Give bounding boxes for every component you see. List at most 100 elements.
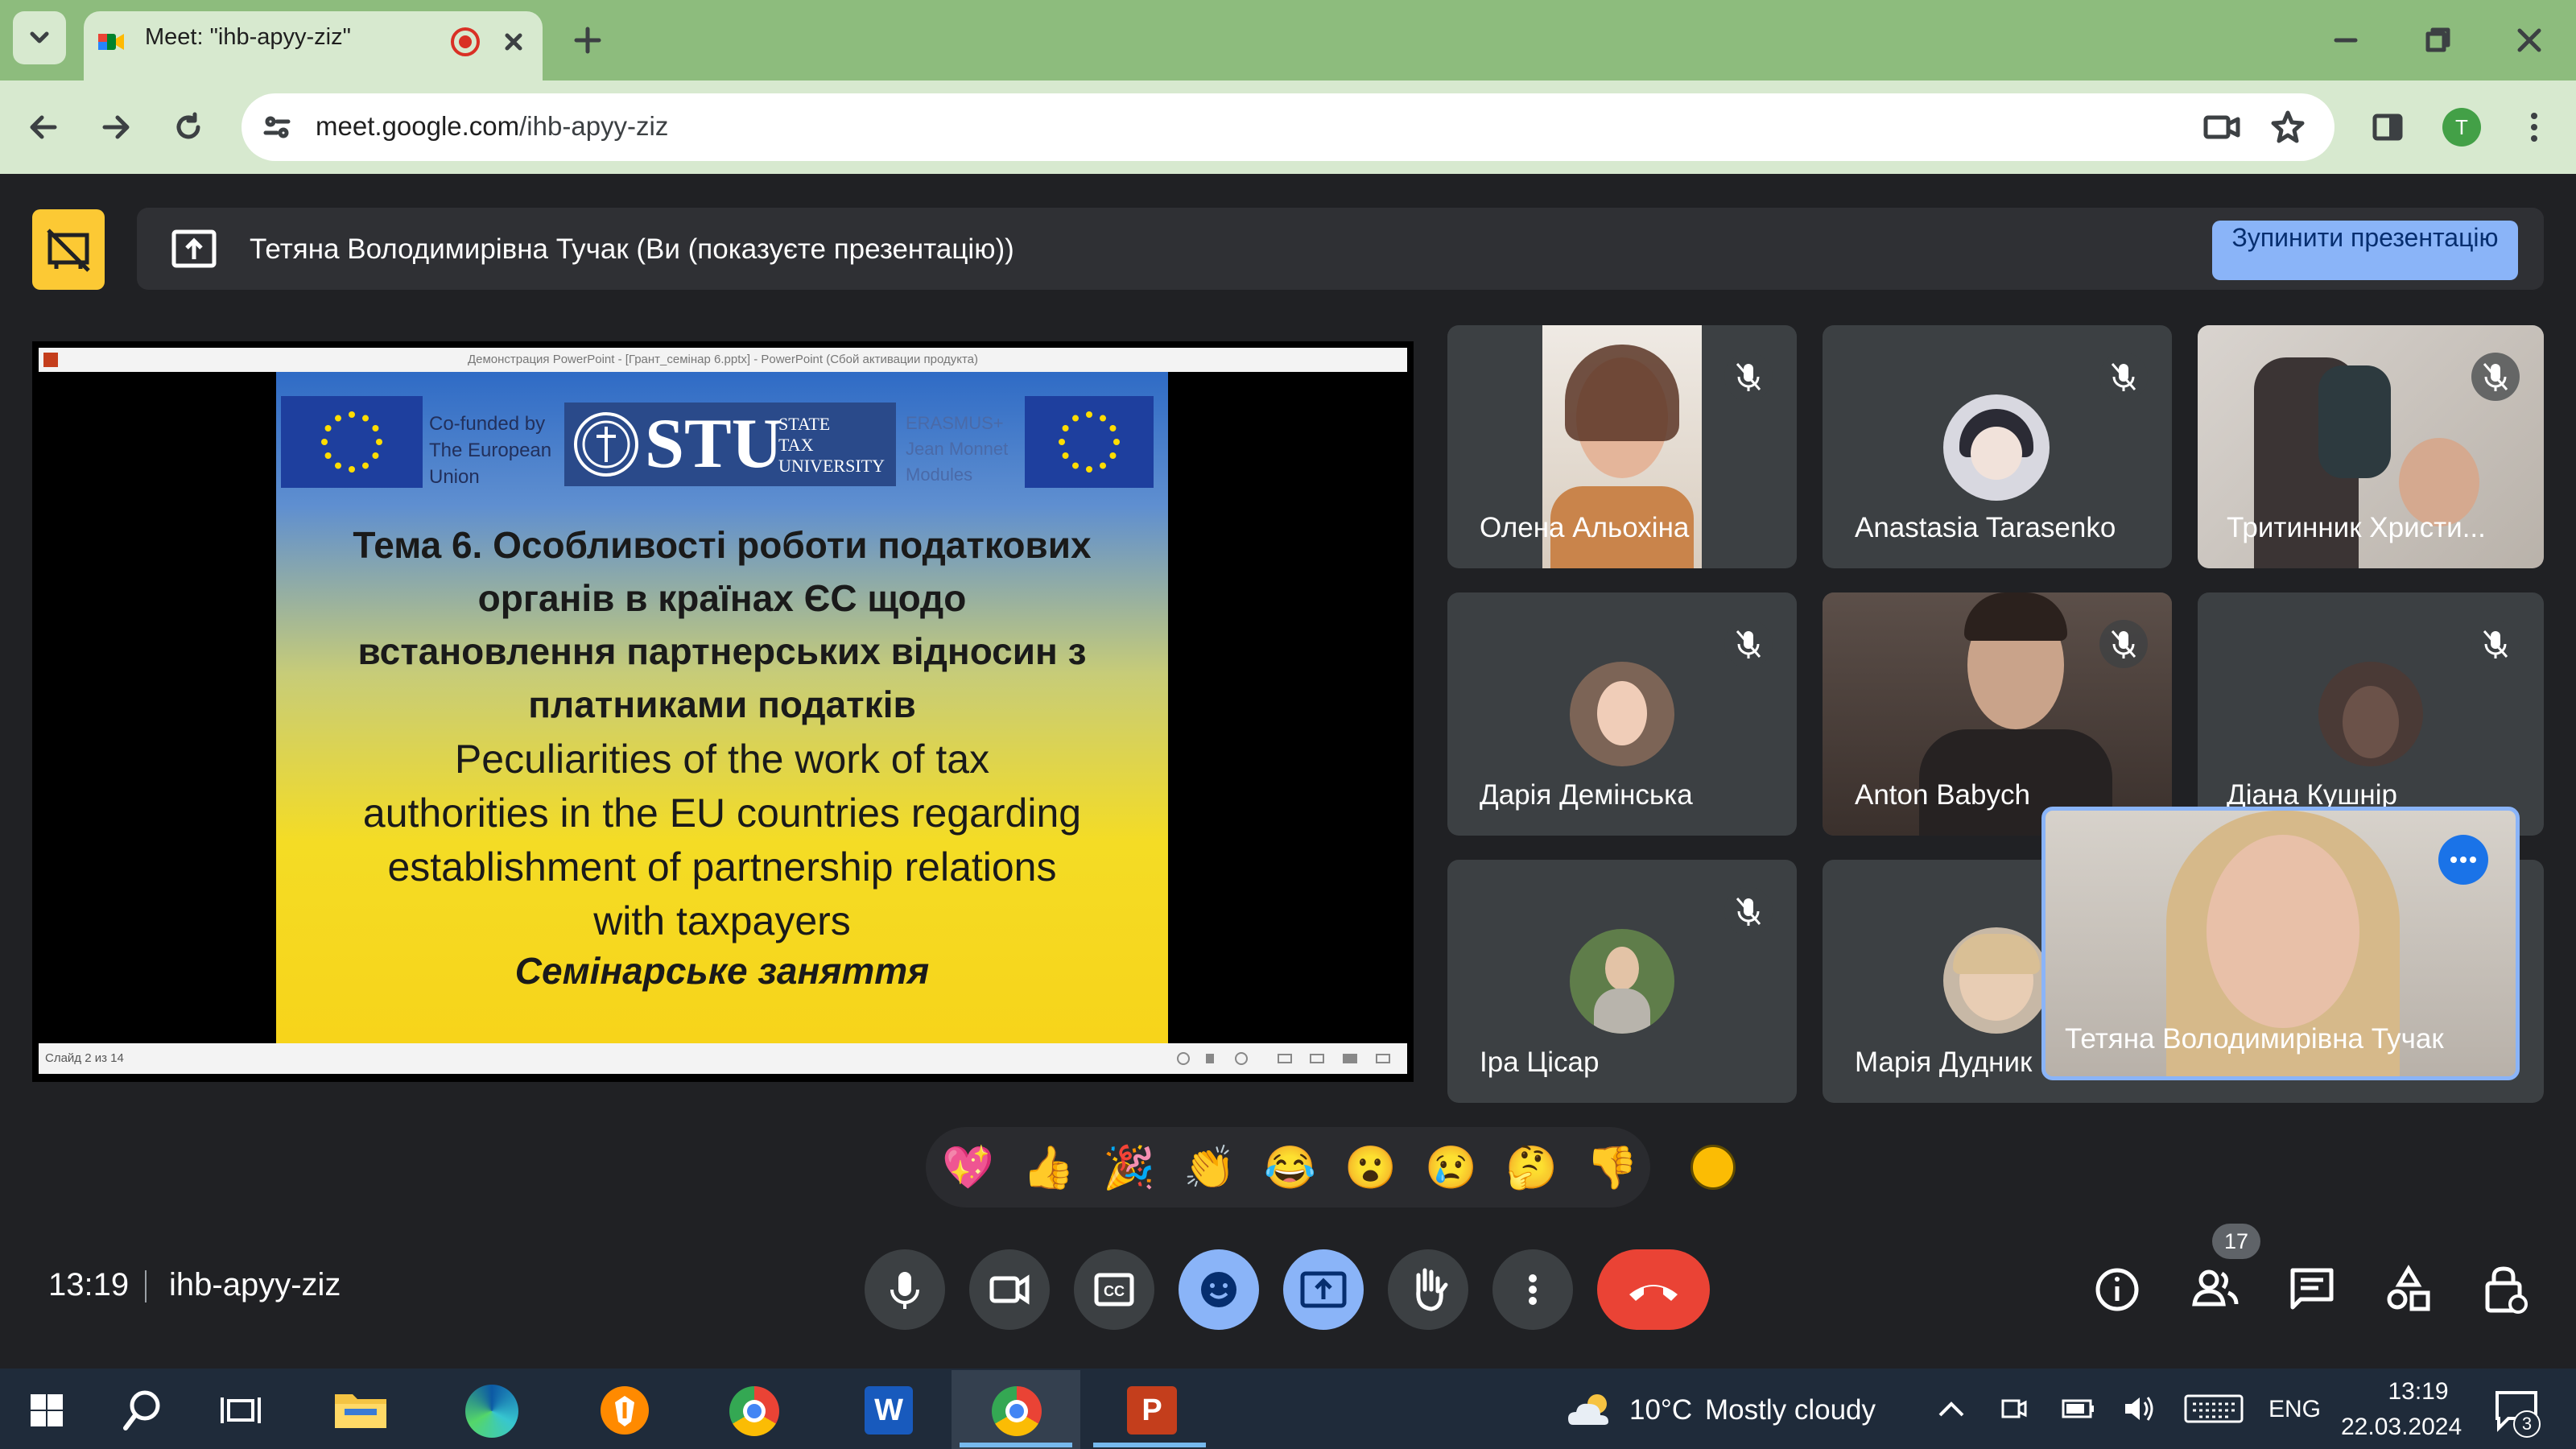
reaction-surprised-icon[interactable]: 😮 (1344, 1143, 1397, 1192)
captions-button[interactable]: CC (1074, 1249, 1154, 1330)
bookmark-star-icon[interactable] (2268, 108, 2307, 147)
chrome-profile-icon[interactable] (992, 1386, 1042, 1436)
weather-temperature: 10°C (1629, 1394, 1693, 1426)
ppt-window-title: Демонстрация PowerPoint - [Грант_семінар… (467, 353, 979, 366)
eu-flag-right (1025, 396, 1154, 488)
mic-off-icon (1724, 887, 1773, 935)
camera-tray-icon[interactable] (2000, 1393, 2029, 1425)
reaction-laugh-icon[interactable]: 😂 (1264, 1143, 1316, 1192)
keyboard-icon[interactable] (2183, 1393, 2244, 1425)
close-window-icon[interactable] (2513, 24, 2545, 56)
vpn-browser-icon[interactable] (601, 1386, 649, 1435)
erasmus-line-3: Modules (906, 464, 973, 485)
meeting-time: 13:19 (48, 1267, 130, 1302)
self-view-name: Тетяна Володимирівна Тучак (2065, 1023, 2444, 1055)
stu-sub-line-3: UNIVERSITY (778, 456, 885, 476)
skin-tone-icon[interactable] (1690, 1145, 1736, 1190)
file-explorer-icon[interactable] (330, 1385, 391, 1433)
chevron-down-icon (30, 31, 49, 43)
participant-tile[interactable]: Олена Альохіна (1447, 325, 1797, 568)
clock-date[interactable]: 22.03.2024 (2341, 1414, 2462, 1441)
microphone-button[interactable] (865, 1249, 945, 1330)
reaction-clap-icon[interactable]: 👏 (1183, 1143, 1236, 1192)
more-options-icon[interactable] (2438, 835, 2488, 885)
meeting-code: ihb-apyy-ziz (169, 1267, 341, 1302)
minimize-icon[interactable] (2330, 24, 2362, 56)
participant-tile[interactable]: Діана Кушнір (2198, 592, 2544, 836)
side-panel-icon[interactable] (2370, 109, 2405, 145)
present-now-button[interactable] (1283, 1249, 1364, 1330)
slide-subtitle: Семінарське заняття (514, 950, 930, 992)
slide-title-ua-line-4: платниками податків (528, 683, 916, 725)
task-view-icon[interactable] (219, 1389, 264, 1431)
camera-in-use-icon[interactable] (2202, 109, 2241, 145)
ppt-view-controls (1174, 1051, 1399, 1066)
erasmus-text: ERASMUS+ Jean Monnet Modules (906, 411, 1008, 488)
tab-search-button[interactable] (13, 11, 66, 64)
participant-avatar (1943, 394, 2050, 501)
search-icon[interactable] (121, 1388, 166, 1433)
slide-title-en-line-3: establishment of partnership relations (387, 844, 1057, 890)
participant-tile[interactable]: Тритинник Христи... (2198, 325, 2544, 568)
reaction-heart-icon[interactable]: 💖 (942, 1143, 994, 1192)
reaction-party-icon[interactable]: 🎉 (1103, 1143, 1155, 1192)
chrome-menu-icon[interactable] (2515, 108, 2553, 147)
slide-title-ua-line-2: органів в країнах ЄС щодо (477, 577, 967, 619)
site-info-icon[interactable] (259, 109, 295, 145)
cofunded-line-2: The European (429, 440, 552, 461)
participant-tile[interactable]: Anastasia Tarasenko (1823, 325, 2172, 568)
participant-name: Anton Babych (1855, 779, 2030, 811)
more-options-button[interactable] (1492, 1249, 1573, 1330)
camera-button[interactable] (969, 1249, 1050, 1330)
show-hidden-icons-icon[interactable] (1935, 1397, 1967, 1422)
participant-tile[interactable]: Дарія Демінська (1447, 592, 1797, 836)
recording-indicator-icon (451, 27, 480, 56)
input-language[interactable]: ENG (2268, 1396, 2321, 1423)
stop-presenting-button[interactable]: Зупинити презентацію (2212, 221, 2518, 280)
weather-condition: Mostly cloudy (1705, 1394, 1876, 1426)
reaction-thinking-icon[interactable]: 🤔 (1505, 1143, 1558, 1192)
profile-avatar[interactable]: T (2442, 108, 2481, 147)
activities-icon[interactable] (2383, 1264, 2434, 1315)
emoji-icon (1201, 1272, 1236, 1307)
participant-name: Олена Альохіна (1480, 512, 1690, 543)
word-icon[interactable]: W (865, 1386, 913, 1435)
slide-title-en: Peculiarities of the work of tax authori… (276, 733, 1168, 948)
raise-hand-button[interactable] (1388, 1249, 1468, 1330)
people-icon[interactable] (2188, 1262, 2241, 1315)
clock-time[interactable]: 13:19 (2370, 1378, 2467, 1406)
meeting-details-icon[interactable] (2093, 1265, 2141, 1314)
battery-icon[interactable] (2061, 1396, 2096, 1422)
new-tab-icon[interactable] (570, 23, 605, 58)
presentation-slide: Co-funded by The European Union STU STAT… (276, 372, 1168, 1043)
leave-call-button[interactable] (1597, 1249, 1710, 1330)
edge-browser-icon[interactable] (465, 1385, 518, 1438)
chat-icon[interactable] (2286, 1264, 2338, 1315)
host-controls-icon[interactable] (2479, 1262, 2531, 1315)
forward-icon[interactable] (98, 109, 134, 145)
reaction-sad-icon[interactable]: 😢 (1425, 1143, 1477, 1192)
participant-name: Тритинник Христи... (2227, 512, 2486, 543)
reload-icon[interactable] (171, 109, 206, 145)
back-icon[interactable] (26, 109, 61, 145)
reactions-button[interactable] (1179, 1249, 1259, 1330)
tab-title: Meet: "ihb-apyy-ziz" (145, 24, 351, 50)
powerpoint-icon[interactable]: P (1127, 1386, 1177, 1435)
chrome-icon[interactable] (729, 1386, 779, 1436)
stu-subtext: STATE TAX UNIVERSITY (778, 414, 885, 477)
active-indicator (1093, 1443, 1206, 1447)
reaction-thumbs-down-icon[interactable]: 👎 (1586, 1143, 1638, 1192)
participant-tile[interactable]: Anton Babych (1823, 592, 2172, 836)
close-tab-icon[interactable] (497, 26, 530, 58)
restore-icon[interactable] (2421, 24, 2454, 56)
reaction-thumbs-up-icon[interactable]: 👍 (1022, 1143, 1075, 1192)
stu-logo-text: STU (645, 405, 783, 483)
participant-tile[interactable]: Іра Цісар (1447, 860, 1797, 1103)
presentation-controls-button[interactable] (32, 209, 105, 290)
self-view-tile[interactable]: Тетяна Володимирівна Тучак (2041, 807, 2520, 1080)
windows-start-icon[interactable] (29, 1393, 64, 1428)
volume-icon[interactable] (2122, 1393, 2157, 1425)
divider (145, 1270, 147, 1302)
presenter-label: Тетяна Володимирівна Тучак (Ви (показуєт… (250, 233, 1014, 265)
weather-cloudy-icon[interactable] (1565, 1389, 1613, 1431)
